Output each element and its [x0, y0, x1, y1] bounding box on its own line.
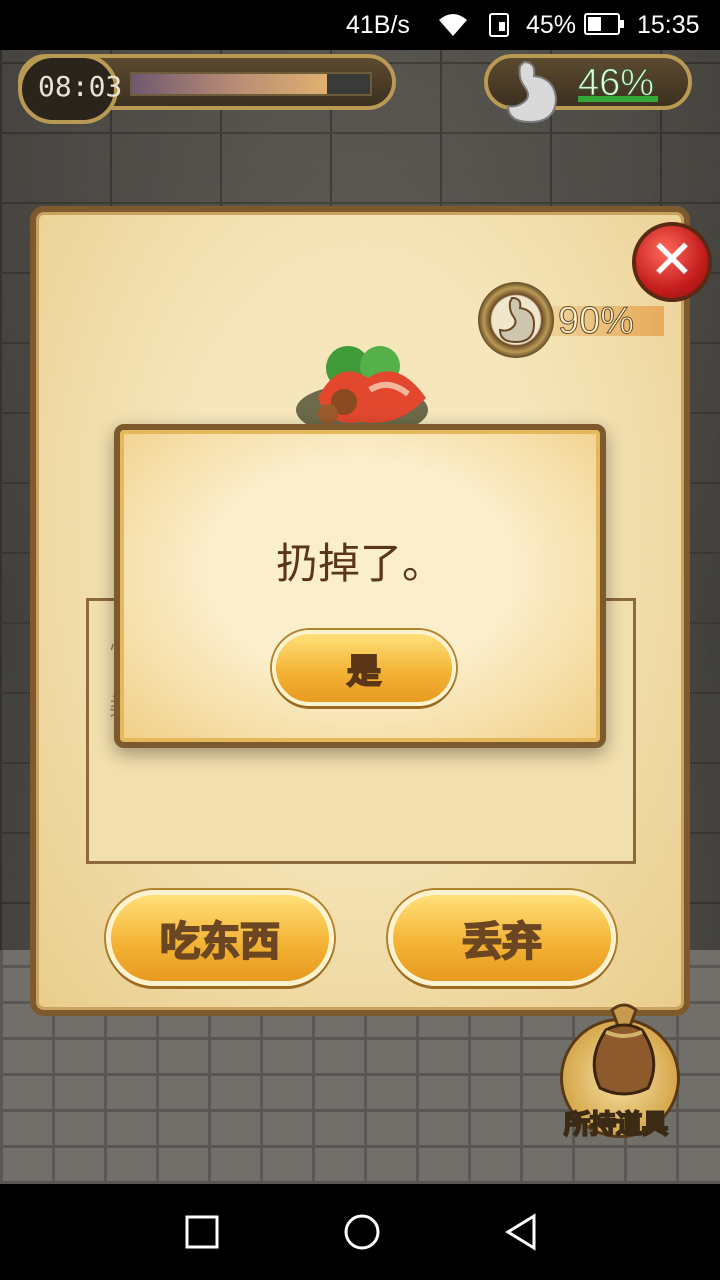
home-icon[interactable] — [342, 1212, 382, 1252]
network-speed: 41B/s — [346, 11, 410, 39]
food-platter-icon — [296, 346, 428, 436]
confirm-button[interactable]: 是 — [272, 630, 456, 706]
back-icon[interactable] — [502, 1212, 542, 1252]
time-progress-bar — [130, 72, 372, 96]
eat-button[interactable]: 吃东西 — [106, 890, 334, 986]
close-button[interactable]: ✕ — [632, 222, 712, 302]
close-icon: ✕ — [649, 228, 695, 291]
inventory-button[interactable]: 所持道具 — [554, 1000, 704, 1150]
hud-time-panel: 08:03 — [18, 54, 396, 124]
inventory-label: 所持道具 — [563, 1109, 669, 1141]
battery-icon — [584, 13, 624, 35]
sim-icon — [487, 12, 513, 45]
clock-icon: 08:03 — [18, 54, 122, 124]
discard-button[interactable]: 丢弃 — [388, 890, 616, 986]
item-stomach-percent: 90% — [557, 300, 635, 343]
navigation-bar — [0, 1184, 720, 1280]
stomach-icon — [506, 60, 558, 124]
bag-icon — [592, 1003, 656, 1096]
hud-stomach-panel: 46% — [484, 54, 692, 124]
stomach-icon — [478, 282, 554, 358]
hud-stomach-percent: 46% — [577, 62, 655, 105]
game-time: 08:03 — [38, 70, 123, 103]
battery-percent: 45% — [526, 11, 577, 39]
discard-confirm-dialog: 扔掉了。 是 — [114, 424, 606, 748]
recent-apps-icon[interactable] — [182, 1212, 222, 1252]
status-bar: 41B/s 45% 15:35 — [0, 0, 720, 50]
wifi-icon — [436, 12, 470, 45]
status-time: 15:35 — [637, 11, 700, 39]
dialog-message: 扔掉了。 — [275, 539, 444, 588]
